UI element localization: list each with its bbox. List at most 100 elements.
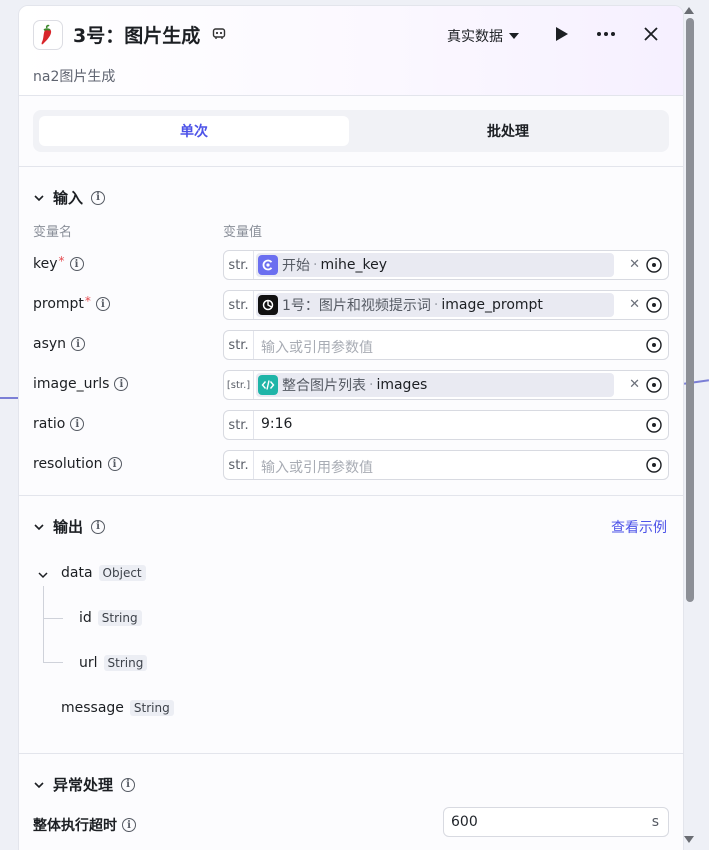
exception-section-header[interactable]: 异常处理 i <box>33 774 136 795</box>
field-name: message <box>61 700 124 716</box>
timeout-label: 整体执行超时 i <box>33 815 136 835</box>
node-description[interactable]: na2图片生成 <box>33 66 115 86</box>
info-icon[interactable]: i <box>69 257 84 271</box>
timeout-unit: s <box>651 814 659 830</box>
data-mode-select[interactable]: 真实数据 <box>447 26 519 46</box>
clear-icon[interactable]: ✕ <box>629 257 640 272</box>
type-tag: str. <box>224 411 254 439</box>
canvas-connection-line <box>0 397 18 399</box>
variable-picker-icon[interactable] <box>645 416 663 434</box>
info-icon[interactable]: i <box>122 818 136 832</box>
info-icon[interactable]: i <box>71 337 86 351</box>
output-section-header[interactable]: 输出 i <box>33 516 106 537</box>
param-field-asyn[interactable]: str. 输入或引用参数值 <box>223 330 669 360</box>
node-title[interactable]: 3号：图片生成 <box>73 21 200 48</box>
param-field-key[interactable]: str. 开始 · mihe_key ✕ <box>223 250 669 280</box>
type-tag: str. <box>224 251 254 279</box>
chevron-down-icon <box>34 523 44 530</box>
input-value: 9:16 <box>261 416 293 432</box>
param-name: asyn <box>33 336 67 352</box>
variable-reference-chip[interactable]: 开始 · mihe_key <box>256 253 614 277</box>
panel-header: 3号：图片生成 真实数据 na2图片生成 <box>19 6 683 96</box>
run-mode-tabs: 单次 批处理 <box>33 110 669 152</box>
info-icon[interactable]: i <box>121 777 136 792</box>
more-icon <box>597 32 615 36</box>
param-name: ratio <box>33 416 66 432</box>
scrollbar-thumb[interactable] <box>686 18 694 602</box>
scroll-down-arrow[interactable] <box>684 836 694 843</box>
field-name: data <box>61 565 93 581</box>
field-name: url <box>79 655 98 671</box>
column-header-name: 变量名 <box>33 225 73 240</box>
variable-picker-icon[interactable] <box>645 256 663 274</box>
info-icon[interactable]: i <box>91 519 106 534</box>
clear-icon[interactable]: ✕ <box>629 297 640 312</box>
param-label-prompt: prompt * i <box>33 294 110 312</box>
variable-picker-icon[interactable] <box>645 456 663 474</box>
output-field-data: data Object <box>61 565 146 581</box>
info-icon[interactable]: i <box>70 417 85 431</box>
close-button[interactable] <box>639 22 663 46</box>
timeout-value: 600 <box>451 814 478 830</box>
required-mark: * <box>58 254 65 268</box>
divider <box>19 495 683 496</box>
param-name: prompt <box>33 296 84 312</box>
info-icon[interactable]: i <box>107 457 122 471</box>
close-icon <box>644 27 658 41</box>
view-example-link[interactable]: 查看示例 <box>611 517 667 537</box>
input-placeholder: 输入或引用参数值 <box>261 460 373 476</box>
node-config-panel: 3号：图片生成 真实数据 na2图片生成 单次 批处理 输入 i 变量名 变量值 <box>18 5 684 850</box>
type-tag: str. <box>224 451 254 479</box>
chevron-down-icon[interactable] <box>37 569 49 581</box>
output-section-title: 输出 <box>53 518 84 536</box>
tab-batch[interactable]: 批处理 <box>353 116 663 146</box>
variable-reference-chip[interactable]: 整合图片列表 · images <box>256 373 614 397</box>
input-placeholder: 输入或引用参数值 <box>261 340 373 356</box>
param-name: image_urls <box>33 376 110 392</box>
column-header-value: 变量值 <box>223 225 263 240</box>
variable-picker-icon[interactable] <box>645 376 663 394</box>
timeout-label-text: 整体执行超时 <box>33 818 117 834</box>
required-mark: * <box>84 294 91 308</box>
caret-down-icon <box>509 33 519 39</box>
divider <box>19 166 683 167</box>
timeout-input[interactable]: 600 s <box>443 807 669 837</box>
clear-icon[interactable]: ✕ <box>629 377 640 392</box>
param-field-image-urls[interactable]: [str.] 整合图片列表 · images ✕ <box>223 370 669 400</box>
variable-reference-chip[interactable]: 1号：图片和视频提示词 · image_prompt <box>256 293 614 317</box>
play-icon <box>556 27 568 41</box>
param-field-prompt[interactable]: str. 1号：图片和视频提示词 · image_prompt ✕ <box>223 290 669 320</box>
run-button[interactable] <box>550 22 574 46</box>
tree-connector <box>43 662 63 663</box>
variable-picker-icon[interactable] <box>645 296 663 314</box>
info-icon[interactable]: i <box>91 190 106 205</box>
info-icon[interactable]: i <box>95 297 110 311</box>
param-field-ratio[interactable]: str. 9:16 <box>223 410 669 440</box>
data-mode-label: 真实数据 <box>447 29 503 45</box>
ref-source: 开始 <box>282 258 310 274</box>
ref-source: 1号：图片和视频提示词 <box>282 298 431 314</box>
type-tag: str. <box>224 291 254 319</box>
param-label-ratio: ratio i <box>33 416 85 432</box>
param-label-key: key * i <box>33 254 84 272</box>
divider <box>19 753 683 754</box>
more-options-button[interactable] <box>594 22 618 46</box>
ref-source: 整合图片列表 <box>282 378 366 394</box>
scroll-up-arrow[interactable] <box>684 7 694 14</box>
param-name: resolution <box>33 456 103 472</box>
param-field-resolution[interactable]: str. 输入或引用参数值 <box>223 450 669 480</box>
chevron-down-icon <box>34 781 44 788</box>
info-icon[interactable]: i <box>114 377 129 391</box>
variable-picker-icon[interactable] <box>645 336 663 354</box>
chili-pepper-icon <box>33 20 63 50</box>
output-field-url: url String <box>79 655 148 671</box>
input-section-header[interactable]: 输入 i <box>33 187 106 208</box>
start-node-icon <box>258 255 278 275</box>
field-name: id <box>79 610 92 626</box>
tab-single[interactable]: 单次 <box>39 116 349 146</box>
ref-variable: mihe_key <box>320 257 387 273</box>
type-tag: [str.] <box>224 371 254 399</box>
output-field-message: message String <box>61 700 174 716</box>
tree-connector <box>43 586 44 662</box>
ref-variable: images <box>376 377 428 393</box>
